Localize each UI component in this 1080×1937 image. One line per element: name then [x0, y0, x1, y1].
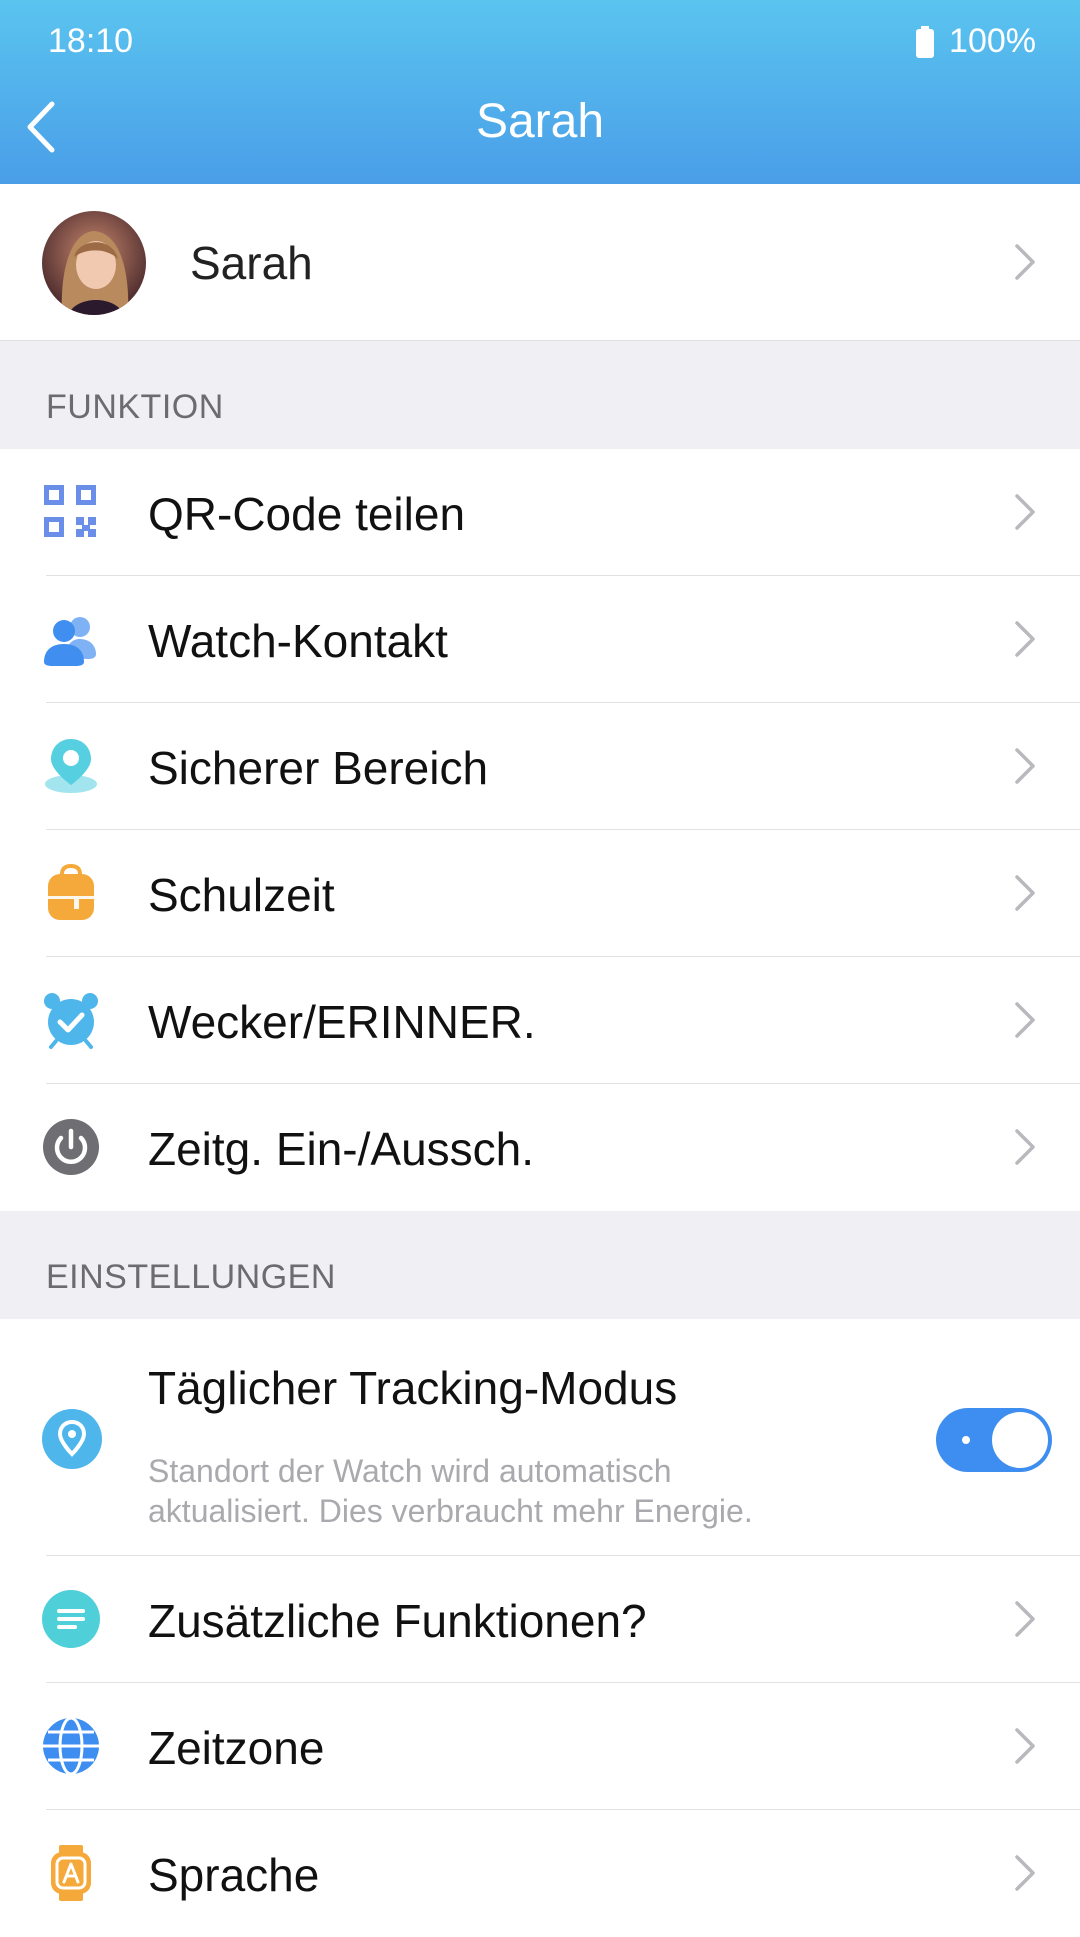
status-battery: 100%: [915, 22, 1036, 61]
list-item-alarm-reminder[interactable]: Wecker/ERINNER.: [0, 957, 1080, 1084]
list-item-label: Zusätzliche Funktionen?: [148, 1595, 647, 1647]
chevron-right-icon: [1015, 1601, 1035, 1637]
list-item-label: Schulzeit: [148, 869, 335, 921]
backpack-icon: [48, 864, 94, 920]
chevron-right-icon: [1015, 621, 1035, 657]
location-pin-icon: [42, 1409, 102, 1469]
contacts-icon: [44, 617, 96, 666]
section-header-funktion: FUNKTION: [0, 341, 1080, 449]
chevron-right-icon: [1015, 748, 1035, 784]
battery-percent: 100%: [949, 22, 1036, 60]
list-item-label: Zeitzone: [148, 1722, 325, 1774]
list-item-language[interactable]: Sprache: [0, 1810, 1080, 1937]
page-title: Sarah: [475, 95, 605, 148]
power-icon: [43, 1119, 99, 1175]
chevron-right-icon: [1015, 1855, 1035, 1891]
list-item-label: Wecker/ERINNER.: [148, 996, 536, 1048]
list-item-safe-zone[interactable]: Sicherer Bereich: [0, 703, 1080, 830]
app-header: 18:10 100% Sarah: [0, 0, 1080, 184]
description-line: aktualisiert. Dies verbraucht mehr Energ…: [148, 1493, 753, 1529]
chevron-right-icon: [1015, 1002, 1035, 1038]
language-watch-icon: [51, 1845, 91, 1901]
tracking-mode-description: Standort der Watch wird automatisch aktu…: [148, 1451, 753, 1531]
battery-icon: [916, 25, 935, 58]
list-item-label: Sicherer Bereich: [148, 742, 489, 794]
list-item-timed-power[interactable]: Zeitg. Ein-/Aussch.: [0, 1084, 1080, 1211]
status-time: 18:10: [48, 22, 134, 60]
funktion-list: QR-Code teilen Watch-Kontakt Sicherer Be…: [0, 449, 1080, 1211]
list-item-label: Zeitg. Ein-/Aussch.: [148, 1123, 535, 1175]
einstellungen-list: Täglicher Tracking-Modus Standort der Wa…: [0, 1319, 1080, 1937]
chevron-right-icon: [1015, 244, 1035, 280]
chevron-right-icon: [1015, 875, 1035, 911]
chevron-right-icon: [1015, 1728, 1035, 1764]
toggle-indicator: [962, 1436, 970, 1444]
alarm-clock-icon: [44, 993, 98, 1049]
section-header-einstellungen: EINSTELLUNGEN: [0, 1211, 1080, 1319]
list-item-tracking-mode: Täglicher Tracking-Modus Standort der Wa…: [0, 1319, 1080, 1556]
globe-icon: [43, 1717, 99, 1775]
profile-row[interactable]: Sarah: [0, 184, 1080, 341]
list-item-extra-functions[interactable]: Zusätzliche Funktionen?: [0, 1556, 1080, 1683]
list-item-label: Sprache: [148, 1849, 320, 1901]
list-item-label: Watch-Kontakt: [148, 615, 448, 667]
list-item-timezone[interactable]: Zeitzone: [0, 1683, 1080, 1810]
qr-code-icon: [44, 485, 96, 537]
avatar: [42, 211, 146, 315]
list-item-watch-contact[interactable]: Watch-Kontakt: [0, 576, 1080, 703]
toggle-knob: [992, 1412, 1048, 1468]
location-pin-icon: [45, 739, 97, 793]
profile-name: Sarah: [190, 237, 313, 289]
list-item-label: QR-Code teilen: [148, 488, 466, 540]
chevron-right-icon: [1015, 494, 1035, 530]
chevron-right-icon: [1015, 1129, 1035, 1165]
list-item-qr-code[interactable]: QR-Code teilen: [0, 449, 1080, 576]
section-title: EINSTELLUNGEN: [46, 1258, 336, 1296]
description-line: Standort der Watch wird automatisch: [148, 1453, 672, 1489]
list-icon: [42, 1590, 100, 1648]
list-item-school-time[interactable]: Schulzeit: [0, 830, 1080, 957]
section-title: FUNKTION: [46, 388, 224, 426]
tracking-mode-label: Täglicher Tracking-Modus: [148, 1362, 678, 1414]
tracking-mode-toggle[interactable]: [936, 1408, 1052, 1472]
